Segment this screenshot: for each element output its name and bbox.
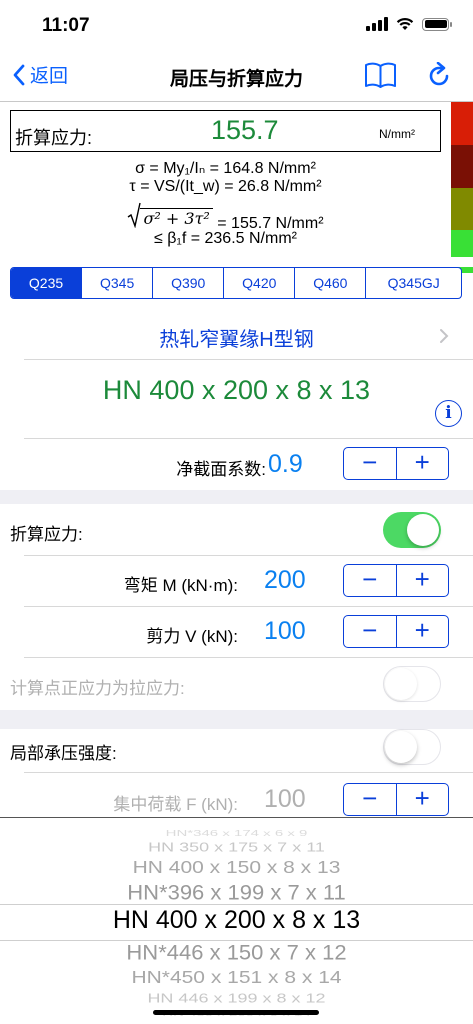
result-unit: N/mm² <box>379 127 415 141</box>
moment-value[interactable]: 200 <box>264 566 306 595</box>
decrement-button[interactable]: − <box>344 784 397 815</box>
net-section-value: 0.9 <box>268 450 303 478</box>
decrement-button[interactable]: − <box>344 565 397 596</box>
increment-button[interactable]: + <box>397 616 449 647</box>
net-section-row: 净截面系数: 0.9 − + <box>0 440 473 490</box>
local-bearing-label: 局部承压强度: <box>10 744 117 763</box>
section-type-row[interactable]: 热轧窄翼缘H型钢 <box>0 310 473 360</box>
local-bearing-toggle[interactable] <box>383 729 441 765</box>
steel-grade-selector: Q235 Q345 Q390 Q420 Q460 Q345GJ <box>10 267 462 299</box>
load-label: 集中荷载 F (kN): <box>113 795 238 814</box>
shear-row: 剪力 V (kN): 100 − + <box>0 607 473 658</box>
formula-combined: σ² + 3τ² = 155.7 N/mm² <box>10 202 441 233</box>
local-bearing-row: 局部承压强度: <box>0 729 473 773</box>
combined-expression: σ² + 3τ² <box>140 208 213 228</box>
home-indicator[interactable] <box>153 1010 319 1015</box>
status-time: 11:07 <box>42 15 90 36</box>
shear-label: 剪力 V (kN): <box>146 627 238 646</box>
page-title: 局压与折算应力 <box>169 69 303 90</box>
increment-button[interactable]: + <box>397 565 449 596</box>
sqrt-icon <box>128 202 142 228</box>
load-value: 100 <box>264 785 306 813</box>
converted-stress-row: 折算应力: <box>0 504 473 556</box>
shear-value[interactable]: 100 <box>264 617 306 646</box>
profile-row[interactable]: HN 400 x 200 x 8 x 13 i <box>0 361 473 439</box>
increment-button[interactable]: + <box>397 784 449 815</box>
battery-icon <box>422 17 452 31</box>
book-icon[interactable] <box>364 61 397 89</box>
grade-segment-q390[interactable]: Q390 <box>152 268 223 298</box>
picker-item[interactable]: HN 400 x 150 x 8 x 13 <box>0 858 473 878</box>
picker-item[interactable]: HN*396 x 199 x 7 x 11 <box>0 881 473 906</box>
grade-segment-q420[interactable]: Q420 <box>223 268 294 298</box>
status-bar: 11:07 <box>0 0 473 50</box>
picker-item[interactable]: HN*450 x 151 x 8 x 14 <box>0 968 473 988</box>
tension-row: 计算点正应力为拉应力: <box>0 658 473 710</box>
shear-stepper: − + <box>343 615 449 648</box>
section-type: 热轧窄翼缘H型钢 <box>159 329 314 351</box>
picker-item[interactable]: HN 446 x 199 x 8 x 12 <box>0 991 473 1006</box>
refresh-icon[interactable] <box>427 62 451 88</box>
load-stepper: − + <box>343 783 449 816</box>
picker-item[interactable]: HN*446 x 150 x 7 x 12 <box>0 941 473 966</box>
formula-limit: ≤ β₁f = 236.5 N/mm² <box>154 230 297 247</box>
tension-label: 计算点正应力为拉应力: <box>10 679 185 698</box>
net-section-label: 净截面系数: <box>176 460 266 479</box>
grade-segment-q345[interactable]: Q345 <box>81 268 152 298</box>
chevron-right-icon <box>440 329 449 343</box>
meter-segment <box>451 144 473 188</box>
formula-tau: τ = VS/(It_w) = 26.8 N/mm² <box>129 178 322 195</box>
decrement-button[interactable]: − <box>344 616 397 647</box>
stress-ratio-meter <box>451 102 473 273</box>
moment-stepper: − + <box>343 564 449 597</box>
meter-segment <box>451 102 473 145</box>
meter-segment <box>451 187 473 231</box>
results-panel: 折算应力: 155.7 N/mm² σ = My₁/Iₙ = 164.8 N/m… <box>0 101 473 273</box>
converted-stress-toggle[interactable] <box>383 512 441 548</box>
wifi-icon <box>396 18 414 30</box>
info-icon[interactable]: i <box>435 400 462 427</box>
profile-name: HN 400 x 200 x 8 x 13 <box>102 375 371 405</box>
grade-segment-q345gj[interactable]: Q345GJ <box>365 268 461 298</box>
picker-selected-item[interactable]: HN 400 x 200 x 8 x 13 <box>0 906 473 935</box>
converted-stress-label: 折算应力: <box>10 525 83 544</box>
grade-segment-q235[interactable]: Q235 <box>11 268 82 298</box>
tension-toggle[interactable] <box>383 666 441 702</box>
decrement-button[interactable]: − <box>344 448 397 479</box>
formula-sigma: σ = My₁/Iₙ = 164.8 N/mm² <box>135 160 316 177</box>
increment-button[interactable]: + <box>397 448 449 479</box>
moment-label: 弯矩 M (kN·m): <box>123 576 238 595</box>
result-value: 155.7 <box>211 115 279 145</box>
profile-picker[interactable]: HN*346 x 174 x 6 x 9 HN 350 x 175 x 7 x 1… <box>0 817 473 1024</box>
picker-item[interactable]: HN 350 x 175 x 7 x 11 <box>0 840 473 855</box>
result-label: 折算应力: <box>15 128 93 148</box>
net-section-stepper: − + <box>343 447 449 480</box>
signal-icon <box>366 17 388 31</box>
grade-segment-q460[interactable]: Q460 <box>294 268 365 298</box>
picker-item[interactable]: HN*346 x 174 x 6 x 9 <box>0 829 473 838</box>
load-row: 集中荷载 F (kN): 100 − + <box>0 774 473 817</box>
nav-bar: 返回 局压与折算应力 <box>0 50 473 102</box>
result-summary: 折算应力: 155.7 N/mm² <box>10 110 441 152</box>
moment-row: 弯矩 M (kN·m): 200 − + <box>0 556 473 607</box>
